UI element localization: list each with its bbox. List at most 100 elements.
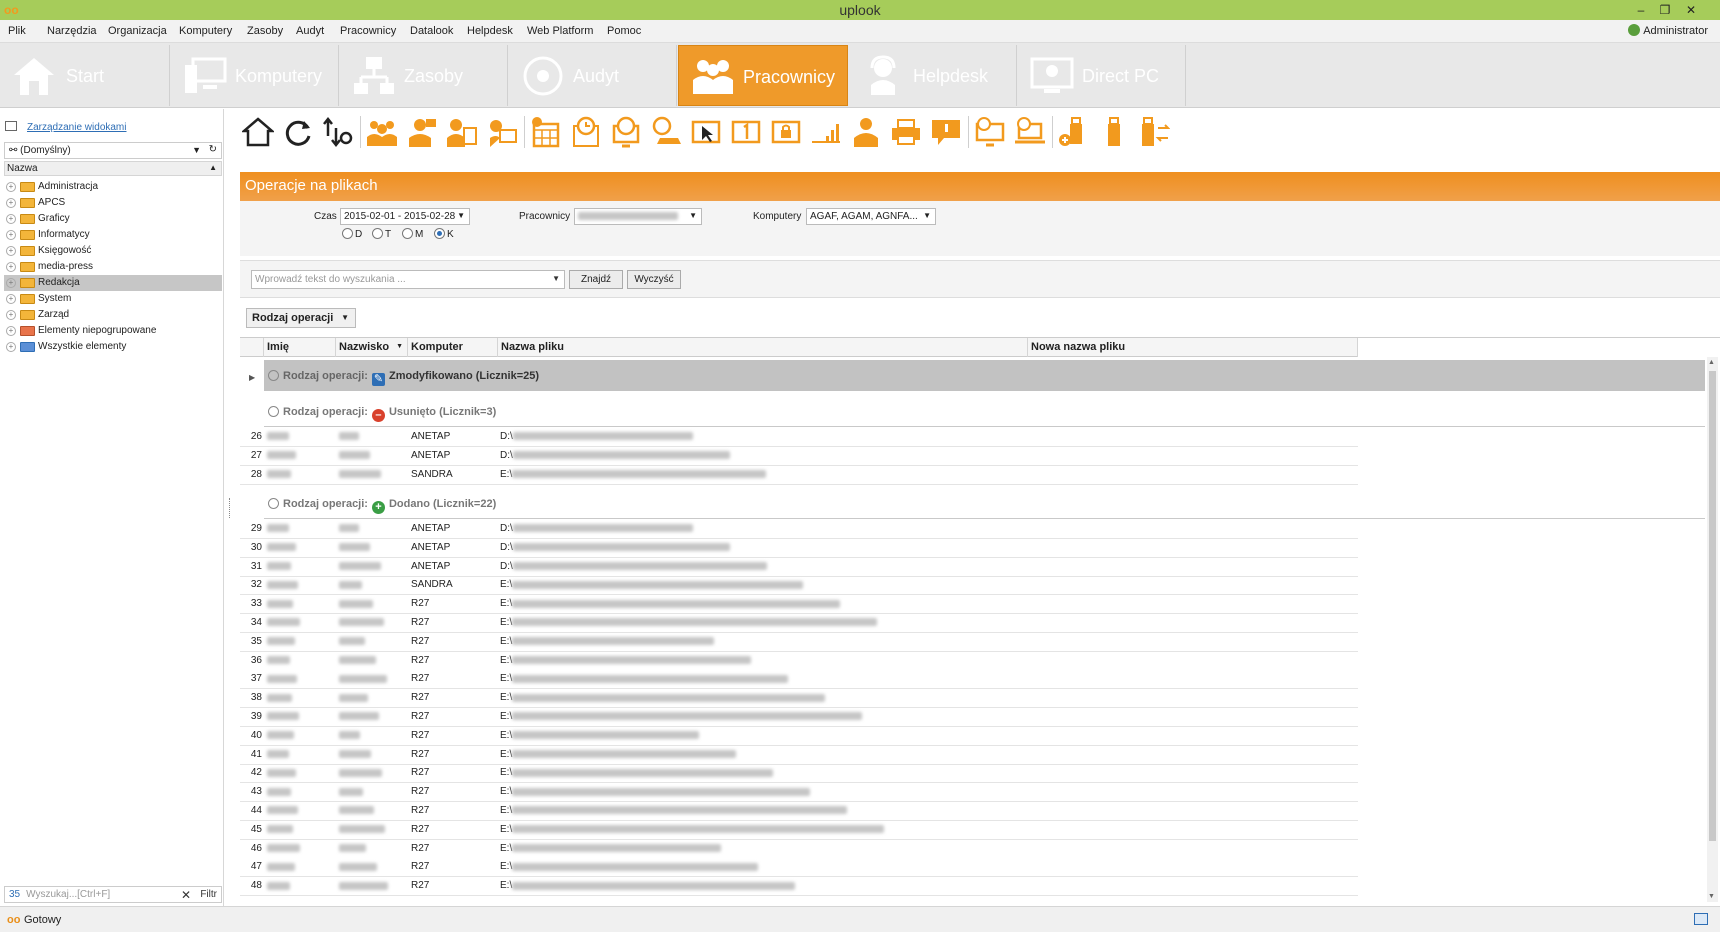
period-day-radio[interactable]: D bbox=[342, 228, 362, 240]
clear-button[interactable]: Wyczyść bbox=[627, 270, 681, 289]
usb-transfer-icon[interactable] bbox=[1138, 116, 1170, 148]
tree-item-all[interactable]: + Wszystkie elementy bbox=[4, 339, 222, 355]
refresh-icon[interactable] bbox=[282, 116, 314, 148]
lock-window-icon[interactable] bbox=[770, 116, 802, 148]
table-row[interactable]: 39 R27 E:\ bbox=[240, 708, 1358, 727]
filter-button[interactable]: Filtr bbox=[200, 889, 217, 900]
column-header-nazwisko[interactable]: Nazwisko ▼ bbox=[336, 338, 408, 357]
column-header-nowa-nazwa-pliku[interactable]: Nowa nazwa pliku bbox=[1028, 338, 1358, 357]
time-range-select[interactable]: 2015-02-01 - 2015-02-28 ▼ bbox=[340, 208, 470, 225]
table-row[interactable]: 42 R27 E:\ bbox=[240, 764, 1358, 784]
tab-start[interactable]: Start bbox=[0, 45, 170, 106]
bandwidth-icon[interactable] bbox=[810, 116, 842, 148]
table-row[interactable]: 47 R27 E:\ bbox=[240, 858, 1358, 878]
column-header-komputer[interactable]: Komputer bbox=[408, 338, 498, 357]
scroll-down-icon[interactable]: ▼ bbox=[1708, 893, 1715, 900]
user-orange-icon[interactable] bbox=[850, 116, 882, 148]
menu-datalook[interactable]: Datalook bbox=[410, 25, 453, 37]
table-row[interactable]: 38 R27 E:\ bbox=[240, 689, 1358, 709]
clear-search-icon[interactable]: ✕ bbox=[181, 888, 191, 902]
panel-splitter[interactable] bbox=[229, 498, 231, 518]
table-row[interactable]: 29 ANETAP D:\ bbox=[240, 520, 1358, 539]
tree-item-ksiegowosc[interactable]: + Księgowość bbox=[4, 243, 222, 259]
table-row[interactable]: 26 ANETAP D:\ bbox=[240, 428, 1358, 447]
column-header-imie[interactable]: Imię bbox=[264, 338, 336, 357]
chat-bubble-icon[interactable] bbox=[930, 116, 962, 148]
expand-icon[interactable]: + bbox=[6, 230, 16, 240]
table-row[interactable]: 34 R27 E:\ bbox=[240, 614, 1358, 633]
tab-komputery[interactable]: Komputery bbox=[171, 45, 339, 106]
expand-icon[interactable]: + bbox=[6, 198, 16, 208]
period-week-radio[interactable]: T bbox=[372, 228, 391, 240]
clock-laptop-icon[interactable] bbox=[650, 116, 682, 148]
table-row[interactable]: 43 R27 E:\ bbox=[240, 783, 1358, 803]
menu-zasoby[interactable]: Zasoby bbox=[247, 25, 283, 37]
column-header-nazwa-pliku[interactable]: Nazwa pliku bbox=[498, 338, 1028, 357]
usb-add-icon[interactable] bbox=[1058, 116, 1090, 148]
usb-icon[interactable] bbox=[1098, 116, 1130, 148]
tree-item-zarzad[interactable]: + Zarząd bbox=[4, 307, 222, 323]
expand-icon[interactable]: + bbox=[6, 278, 16, 288]
tab-pracownicy[interactable]: Pracownicy bbox=[678, 45, 848, 106]
table-row[interactable]: 32 SANDRA E:\ bbox=[240, 576, 1358, 596]
employees-select[interactable]: ▼ bbox=[574, 208, 702, 225]
tree-column-header[interactable]: Nazwa ▲ bbox=[4, 161, 222, 176]
expand-icon[interactable]: + bbox=[6, 182, 16, 192]
expand-icon[interactable]: + bbox=[6, 326, 16, 336]
menu-komputery[interactable]: Komputery bbox=[179, 25, 232, 37]
find-button[interactable]: Znajdź bbox=[569, 270, 623, 289]
table-row[interactable]: 35 R27 E:\ bbox=[240, 632, 1358, 652]
table-row[interactable]: 33 R27 E:\ bbox=[240, 595, 1358, 615]
search-input[interactable]: Wprowadź tekst do wyszukania ... ▼ bbox=[251, 270, 565, 289]
group-row-added[interactable]: Rodzaj operacji: + Dodano (Licznik=22) bbox=[264, 488, 1705, 519]
tab-helpdesk[interactable]: Helpdesk bbox=[849, 45, 1017, 106]
group-by-button[interactable]: Rodzaj operacji ▼ bbox=[246, 308, 356, 328]
period-month-radio[interactable]: M bbox=[402, 228, 423, 240]
tree-item-media-press[interactable]: + media-press bbox=[4, 259, 222, 275]
table-row[interactable]: 48 R27 E:\ bbox=[240, 877, 1358, 897]
expand-icon[interactable]: + bbox=[6, 310, 16, 320]
www-laptop-icon[interactable] bbox=[1014, 116, 1046, 148]
tab-audyt[interactable]: Audyt bbox=[509, 45, 677, 106]
table-row[interactable]: 36 R27 E:\ bbox=[240, 652, 1358, 671]
table-row[interactable]: 31 ANETAP D:\ bbox=[240, 557, 1358, 577]
menu-pracownicy[interactable]: Pracownicy bbox=[340, 25, 396, 37]
expand-icon[interactable]: + bbox=[6, 246, 16, 256]
menu-audyt[interactable]: Audyt bbox=[296, 25, 324, 37]
manage-views-link[interactable]: Zarządzanie widokami bbox=[5, 121, 127, 133]
close-icon[interactable]: ✕ bbox=[1680, 1, 1702, 19]
clock-monitor-icon[interactable] bbox=[610, 116, 642, 148]
table-row[interactable]: 30 ANETAP D:\ bbox=[240, 539, 1358, 558]
user-account[interactable]: Administrator bbox=[1628, 24, 1708, 37]
tree-item-graficy[interactable]: + Graficy bbox=[4, 211, 222, 227]
table-row[interactable]: 37 R27 E:\ bbox=[240, 670, 1358, 690]
view-select[interactable]: ⚯ (Domyślny) ▼ ↻ bbox=[4, 142, 222, 159]
clock-calendar-icon[interactable] bbox=[570, 116, 602, 148]
printer-icon[interactable] bbox=[890, 116, 922, 148]
tree-item-apcs[interactable]: + APCS bbox=[4, 195, 222, 211]
expand-icon[interactable] bbox=[268, 370, 279, 381]
menu-pomoc[interactable]: Pomoc bbox=[607, 25, 641, 37]
collapse-icon[interactable] bbox=[268, 406, 279, 417]
tab-direct-pc[interactable]: Direct PC bbox=[1018, 45, 1186, 106]
table-row[interactable]: 40 R27 E:\ bbox=[240, 727, 1358, 746]
table-row[interactable]: 28 SANDRA E:\ bbox=[240, 465, 1358, 485]
tree-item-ungrouped[interactable]: + Elementy niepogrupowane bbox=[4, 323, 222, 339]
user-documents-icon[interactable] bbox=[446, 116, 478, 148]
sort-settings-icon[interactable] bbox=[322, 116, 354, 148]
user-settings-icon[interactable] bbox=[486, 116, 518, 148]
minimize-icon[interactable]: – bbox=[1630, 1, 1652, 19]
table-row[interactable]: 41 R27 E:\ bbox=[240, 745, 1358, 765]
menu-helpdesk[interactable]: Helpdesk bbox=[467, 25, 513, 37]
cursor-window-icon[interactable] bbox=[690, 116, 722, 148]
chevron-right-icon[interactable]: ▶ bbox=[249, 373, 255, 382]
table-row[interactable]: 46 R27 E:\ bbox=[240, 840, 1358, 859]
group-row-modified[interactable]: Rodzaj operacji: ✎ Zmodyfikowano (Licznik=… bbox=[264, 360, 1705, 391]
expand-icon[interactable]: + bbox=[6, 342, 16, 352]
notification-icon[interactable] bbox=[1694, 913, 1708, 925]
tree-item-redakcja[interactable]: + Redakcja bbox=[4, 275, 222, 291]
menu-plik[interactable]: Plik bbox=[8, 25, 26, 37]
tab-zasoby[interactable]: Zasoby bbox=[340, 45, 508, 106]
expand-icon[interactable]: + bbox=[6, 214, 16, 224]
scrollbar-thumb[interactable] bbox=[1709, 371, 1716, 841]
